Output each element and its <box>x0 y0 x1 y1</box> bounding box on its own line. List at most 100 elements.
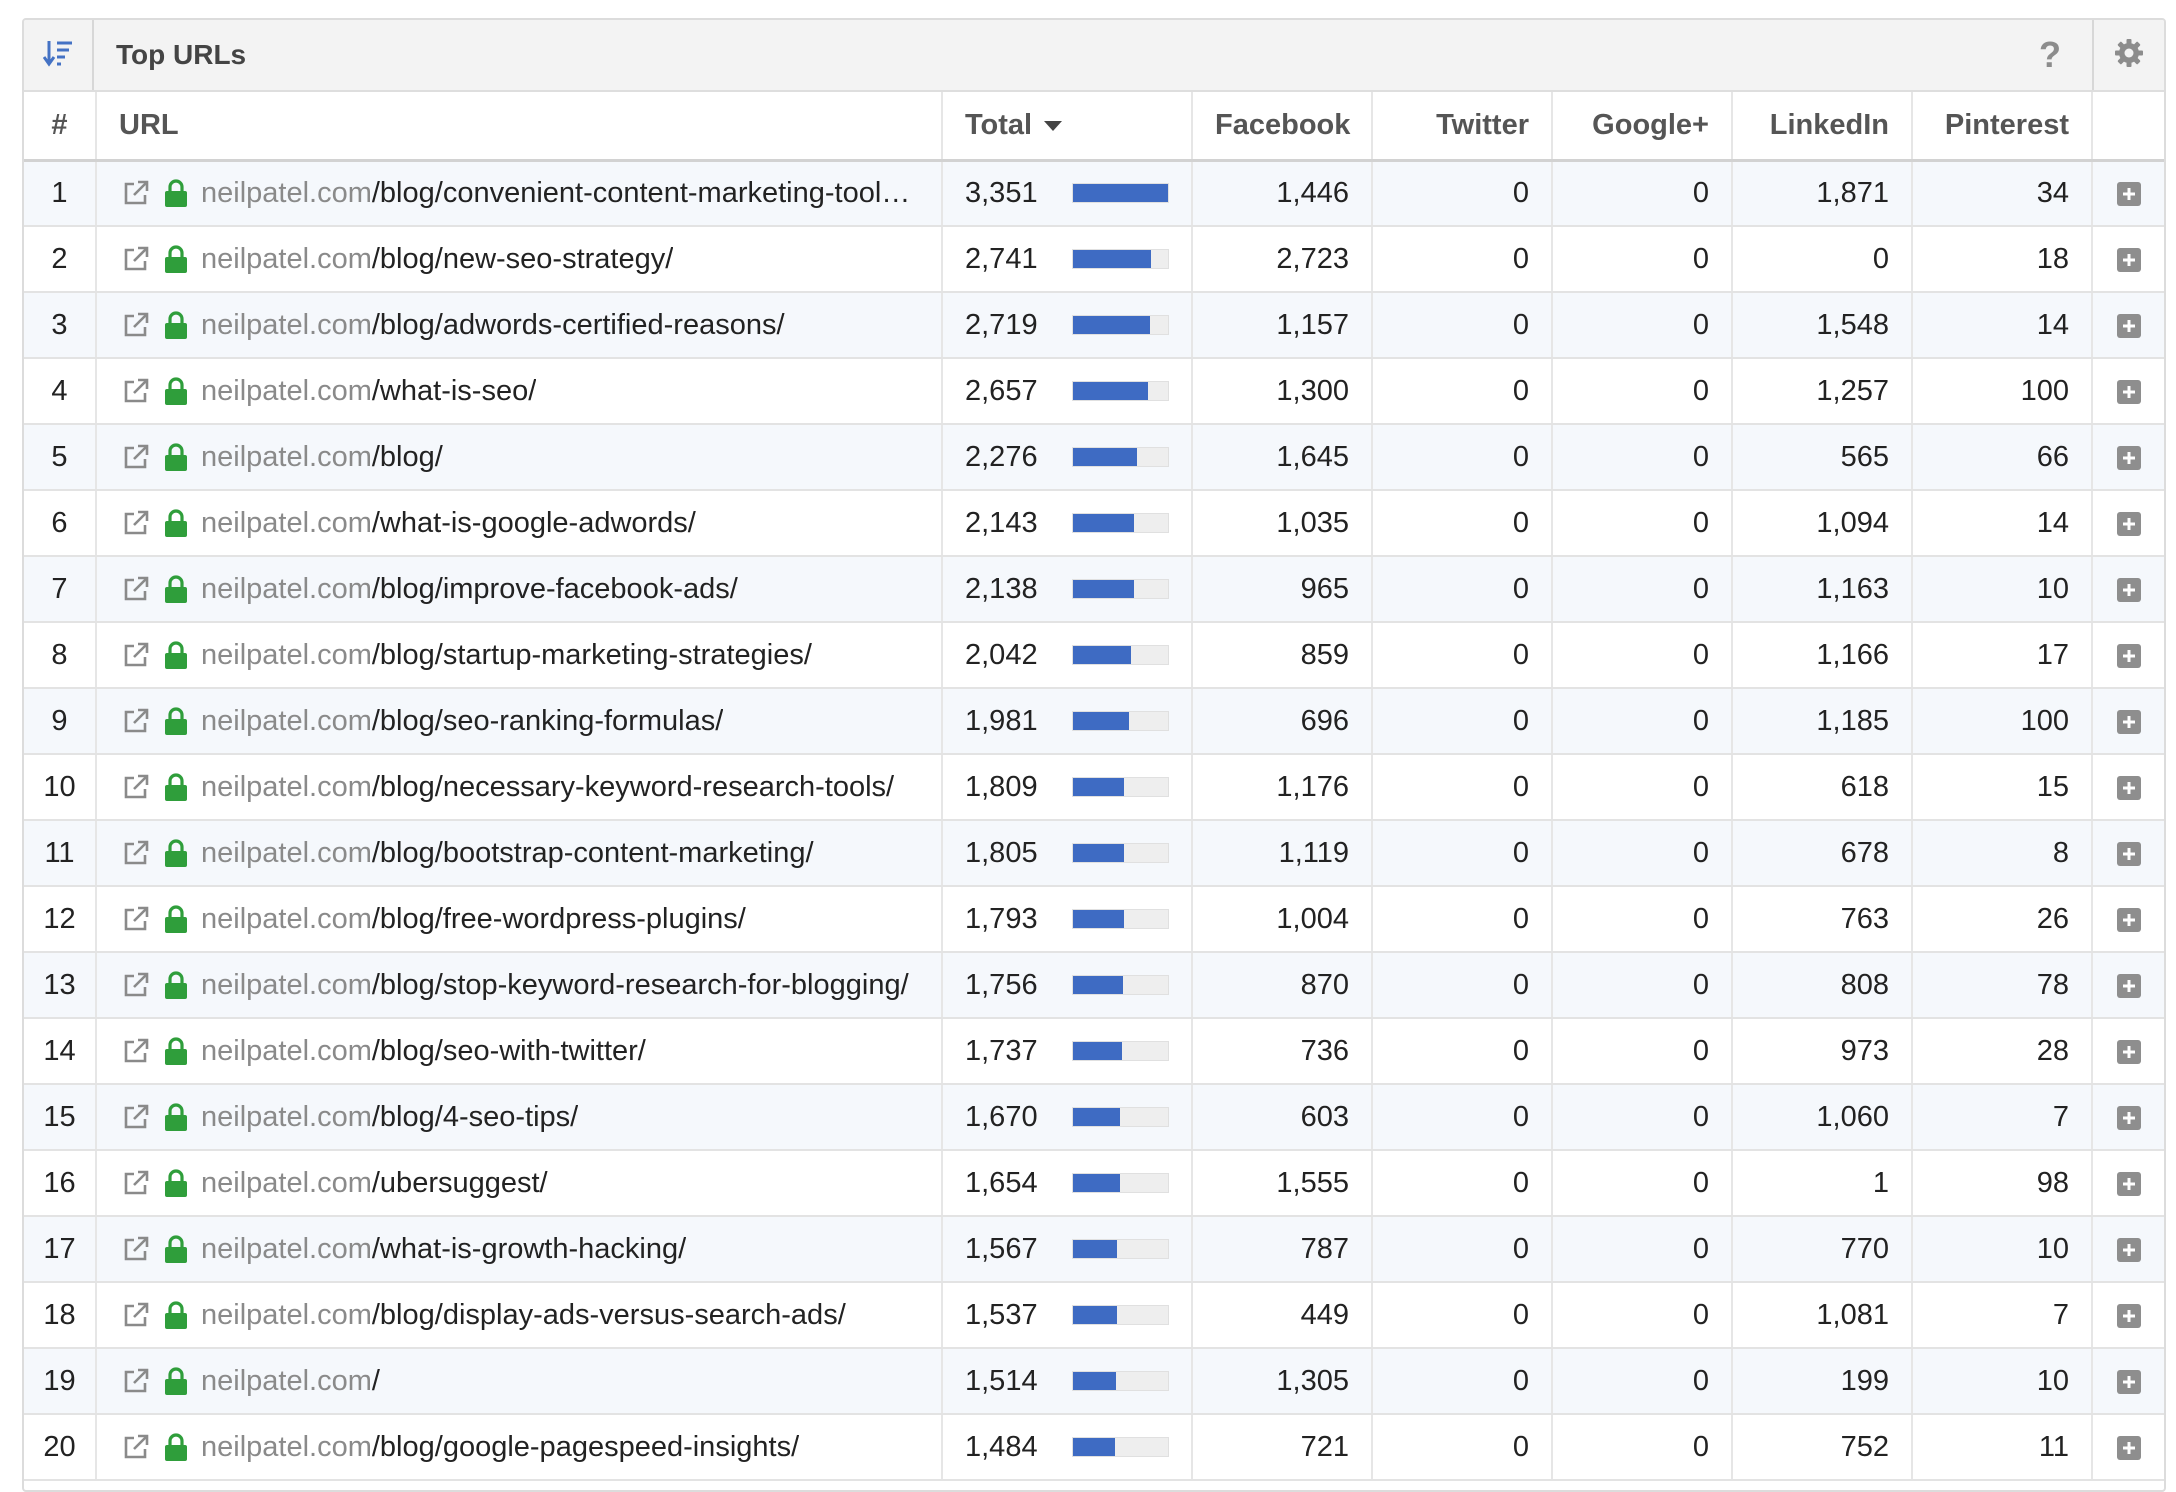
url-link[interactable]: neilpatel.com/blog/necessary-keyword-res… <box>201 771 894 804</box>
external-link-icon[interactable] <box>121 574 151 604</box>
pinterest-count: 18 <box>1912 226 2093 293</box>
external-link-icon[interactable] <box>121 1168 151 1198</box>
external-link-icon[interactable] <box>121 1234 151 1264</box>
url-link[interactable]: neilpatel.com/ubersuggest/ <box>201 1167 548 1200</box>
total-bar <box>1071 1107 1169 1127</box>
url-link[interactable]: neilpatel.com/blog/seo-ranking-formulas/ <box>201 705 723 738</box>
gear-icon <box>2114 38 2144 73</box>
lock-icon <box>163 1168 189 1198</box>
sort-button[interactable] <box>24 20 94 90</box>
expand-plus-icon[interactable] <box>2116 1039 2141 1064</box>
url-link[interactable]: neilpatel.com/ <box>201 1365 380 1398</box>
url-cell: neilpatel.com/blog/display-ads-versus-se… <box>96 1282 943 1349</box>
total-bar-fill <box>1072 382 1149 400</box>
external-link-icon[interactable] <box>121 1366 151 1396</box>
linkedin-count: 565 <box>1732 424 1913 491</box>
help-icon[interactable]: ? <box>2028 20 2072 90</box>
url-link[interactable]: neilpatel.com/blog/startup-marketing-str… <box>201 639 812 672</box>
total-value: 3,351 <box>965 176 1038 209</box>
total-bar-fill <box>1072 1306 1117 1324</box>
row-number: 11 <box>24 820 97 887</box>
total-bar <box>1071 1437 1169 1457</box>
expand-plus-icon[interactable] <box>2116 181 2141 206</box>
expand-plus-icon[interactable] <box>2116 1369 2141 1394</box>
expand-plus-icon[interactable] <box>2116 907 2141 932</box>
external-link-icon[interactable] <box>121 244 151 274</box>
total-cell: 2,719 <box>942 292 1193 359</box>
url-cell: neilpatel.com/ <box>96 1348 943 1415</box>
pinterest-count: 66 <box>1912 424 2093 491</box>
googleplus-count: 0 <box>1552 952 1733 1019</box>
external-link-icon[interactable] <box>121 178 151 208</box>
external-link-icon[interactable] <box>121 310 151 340</box>
url-link[interactable]: neilpatel.com/blog/bootstrap-content-mar… <box>201 837 814 870</box>
url-link[interactable]: neilpatel.com/what-is-growth-hacking/ <box>201 1233 686 1266</box>
url-domain: neilpatel.com <box>201 374 372 407</box>
url-link[interactable]: neilpatel.com/blog/free-wordpress-plugin… <box>201 903 746 936</box>
pinterest-count: 17 <box>1912 622 2093 689</box>
expand-plus-icon[interactable] <box>2116 973 2141 998</box>
url-link[interactable]: neilpatel.com/what-is-google-adwords/ <box>201 507 696 540</box>
url-path: / <box>371 1364 380 1397</box>
expand-plus-icon[interactable] <box>2116 841 2141 866</box>
url-cell: neilpatel.com/blog/startup-marketing-str… <box>96 622 943 689</box>
lock-icon <box>163 1432 189 1462</box>
external-link-icon[interactable] <box>121 706 151 736</box>
url-cell: neilpatel.com/blog/bootstrap-content-mar… <box>96 820 943 887</box>
table-row: 9 neilpatel.com/blog/seo-ranking-formula… <box>24 688 2164 755</box>
linkedin-count: 1,094 <box>1732 490 1913 557</box>
expand-plus-icon[interactable] <box>2116 1303 2141 1328</box>
url-link[interactable]: neilpatel.com/what-is-seo/ <box>201 375 536 408</box>
expand-plus-icon[interactable] <box>2116 445 2141 470</box>
total-value: 1,805 <box>965 836 1038 869</box>
col-header-url[interactable]: URL <box>96 92 943 160</box>
url-link[interactable]: neilpatel.com/blog/google-pagespeed-insi… <box>201 1431 799 1464</box>
external-link-icon[interactable] <box>121 1036 151 1066</box>
linkedin-count: 808 <box>1732 952 1913 1019</box>
twitter-count: 0 <box>1372 358 1553 425</box>
url-link[interactable]: neilpatel.com/blog/ <box>201 441 443 474</box>
settings-button[interactable] <box>2092 20 2164 90</box>
external-link-icon[interactable] <box>121 1300 151 1330</box>
expand-plus-icon[interactable] <box>2116 1105 2141 1130</box>
url-link[interactable]: neilpatel.com/blog/seo-with-twitter/ <box>201 1035 646 1068</box>
expand-plus-icon[interactable] <box>2116 1237 2141 1262</box>
col-header-pinterest[interactable]: Pinterest <box>1912 92 2093 160</box>
expand-plus-icon[interactable] <box>2116 1435 2141 1460</box>
external-link-icon[interactable] <box>121 838 151 868</box>
url-link[interactable]: neilpatel.com/blog/convenient-content-ma… <box>201 177 919 210</box>
expand-plus-icon[interactable] <box>2116 709 2141 734</box>
external-link-icon[interactable] <box>121 1102 151 1132</box>
url-link[interactable]: neilpatel.com/blog/new-seo-strategy/ <box>201 243 673 276</box>
url-link[interactable]: neilpatel.com/blog/4-seo-tips/ <box>201 1101 578 1134</box>
expand-plus-icon[interactable] <box>2116 313 2141 338</box>
url-link[interactable]: neilpatel.com/blog/adwords-certified-rea… <box>201 309 785 342</box>
col-header-num[interactable]: # <box>24 92 97 160</box>
twitter-count: 0 <box>1372 754 1553 821</box>
lock-icon <box>163 640 189 670</box>
external-link-icon[interactable] <box>121 376 151 406</box>
external-link-icon[interactable] <box>121 508 151 538</box>
expand-plus-icon[interactable] <box>2116 643 2141 668</box>
expand-plus-icon[interactable] <box>2116 1171 2141 1196</box>
external-link-icon[interactable] <box>121 904 151 934</box>
col-header-facebook[interactable]: Facebook <box>1192 92 1373 160</box>
url-link[interactable]: neilpatel.com/blog/improve-facebook-ads/ <box>201 573 738 606</box>
url-link[interactable]: neilpatel.com/blog/display-ads-versus-se… <box>201 1299 846 1332</box>
expand-plus-icon[interactable] <box>2116 577 2141 602</box>
expand-plus-icon[interactable] <box>2116 247 2141 272</box>
col-header-total[interactable]: Total <box>942 92 1193 160</box>
col-header-twitter[interactable]: Twitter <box>1372 92 1553 160</box>
col-header-linkedin[interactable]: LinkedIn <box>1732 92 1913 160</box>
total-cell: 1,805 <box>942 820 1193 887</box>
col-header-googleplus[interactable]: Google+ <box>1552 92 1733 160</box>
expand-plus-icon[interactable] <box>2116 379 2141 404</box>
expand-plus-icon[interactable] <box>2116 511 2141 536</box>
external-link-icon[interactable] <box>121 442 151 472</box>
external-link-icon[interactable] <box>121 970 151 1000</box>
external-link-icon[interactable] <box>121 640 151 670</box>
external-link-icon[interactable] <box>121 772 151 802</box>
external-link-icon[interactable] <box>121 1432 151 1462</box>
url-link[interactable]: neilpatel.com/blog/stop-keyword-research… <box>201 969 909 1002</box>
expand-plus-icon[interactable] <box>2116 775 2141 800</box>
